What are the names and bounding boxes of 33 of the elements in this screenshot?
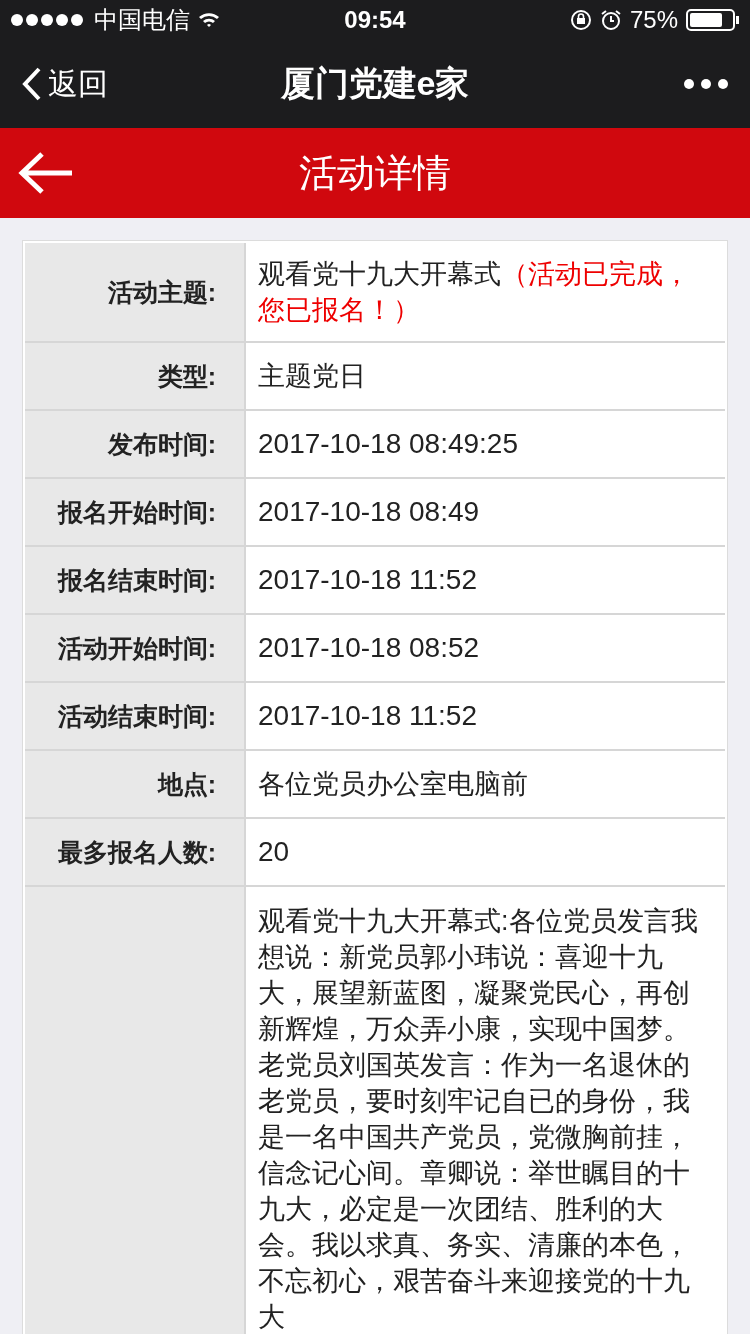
battery-icon — [686, 9, 740, 31]
field-value: 2017-10-18 08:52 — [258, 631, 480, 665]
field-label: 活动结束时间: — [57, 700, 216, 732]
field-value: 观看党十九大开幕式（活动已完成，您已报名！） — [258, 258, 691, 327]
field-label: 类型: — [157, 360, 216, 392]
back-arrow-icon[interactable] — [18, 151, 74, 195]
field-label: 报名结束时间: — [57, 564, 216, 596]
field-value: 2017-10-18 08:49:25 — [258, 427, 518, 461]
field-label: 活动开始时间: — [57, 632, 216, 664]
field-value: 2017-10-18 11:52 — [258, 563, 477, 597]
field-value: 主题党日 — [258, 360, 366, 393]
field-value: 2017-10-18 11:52 — [258, 699, 477, 733]
carrier-name: 中国电信 — [94, 5, 190, 35]
app-title: 厦门党建e家 — [279, 63, 471, 104]
field-label: 活动主题: — [107, 276, 216, 308]
description-text: 观看党十九大开幕式:各位党员发言我想说：新党员郭小玮说：喜迎十九大，展望新蓝图，凝聚党民心，再创新辉煌，万众弄小康，实现中国梦。老党员刘国英发言：作为一名退休的老党员，要时刻牢记自已的身份，我是一名中国共产党员，党微胸前挂，信念记心间。章卿说：举世瞩目的十九大，必定是一次团结、胜利的大会。我以求真、务实、清廉的本色，不忘初心，艰苦奋斗来迎接党的十九大 — [258, 906, 698, 1332]
battery-percent: 75% — [629, 6, 678, 34]
field-value: 各位党员办公室电脑前 — [258, 768, 528, 801]
field-label: 发布时间: — [107, 428, 216, 460]
wifi-icon — [198, 12, 220, 28]
field-value: 2017-10-18 08:49 — [258, 495, 480, 529]
signal-icon — [10, 13, 86, 27]
chevron-icon — [22, 67, 42, 101]
alarm-icon — [599, 9, 622, 31]
page-title: 活动详情 — [298, 150, 452, 196]
field-label: 报名开始时间: — [57, 496, 216, 528]
field-label: 最多报名人数: — [57, 836, 216, 868]
clock-time: 09:54 — [344, 6, 406, 34]
field-label: 地点: — [157, 768, 216, 800]
field-value: 20 — [258, 835, 290, 869]
more-icon[interactable] — [684, 79, 728, 89]
rotation-lock-icon — [569, 9, 592, 31]
back-button[interactable]: 返回 — [22, 63, 142, 105]
